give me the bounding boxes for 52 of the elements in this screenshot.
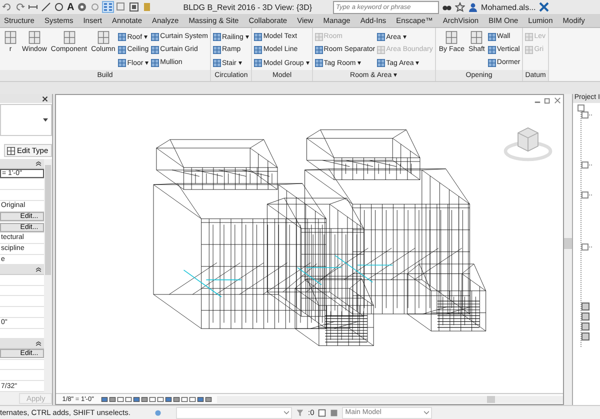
thin-lines-icon[interactable] — [103, 2, 114, 12]
grid-icon — [314, 32, 323, 40]
caret-icon — [284, 410, 289, 414]
grid-icon — [377, 32, 386, 40]
grid-icon — [525, 32, 534, 40]
grid-icon — [314, 46, 323, 54]
user-name[interactable]: Mohamed.als... — [481, 2, 536, 12]
user-icon[interactable] — [468, 2, 478, 12]
grid-icon — [488, 58, 496, 66]
collapse-icon — [36, 341, 42, 346]
undo-icon[interactable] — [2, 2, 12, 12]
grid-icon — [488, 46, 496, 54]
measure-icon[interactable] — [28, 2, 38, 12]
grid-icon — [118, 32, 126, 40]
caret-icon — [43, 118, 48, 122]
caret-icon — [424, 410, 430, 414]
grid-icon — [7, 146, 15, 154]
scrollbar[interactable] — [216, 396, 564, 402]
collapse-icon — [36, 160, 42, 166]
grid-icon — [151, 46, 160, 54]
window-icon — [469, 30, 484, 45]
grid-icon — [213, 58, 221, 66]
grid-icon — [118, 46, 126, 54]
window-icon — [26, 30, 42, 45]
grid-icon — [488, 32, 496, 40]
grid-icon — [213, 32, 221, 40]
collapse-icon — [36, 267, 42, 272]
window-icon — [444, 30, 460, 45]
text-tool-button[interactable]: A — [67, 2, 74, 12]
grid-icon — [254, 58, 262, 66]
scrollbar[interactable] — [44, 159, 52, 392]
window-title: BLDG B_Revit 2016 - 3D View: {3D} — [183, 2, 312, 12]
redo-icon[interactable] — [15, 2, 25, 12]
grid-icon — [151, 32, 160, 40]
grid-icon — [118, 58, 126, 66]
window-icon — [62, 30, 76, 45]
close-icon[interactable] — [42, 96, 48, 102]
grid-icon — [254, 46, 262, 54]
grid-icon — [377, 58, 386, 66]
window-icon — [3, 30, 18, 45]
grid-icon — [525, 46, 534, 54]
close-icon[interactable] — [554, 97, 562, 104]
grid-icon — [314, 58, 323, 66]
scrollbar[interactable] — [564, 94, 574, 405]
grid-icon — [377, 46, 386, 54]
restore-icon[interactable] — [544, 97, 552, 104]
switch-windows-icon[interactable] — [129, 2, 140, 12]
window-icon — [96, 30, 111, 45]
star-icon[interactable] — [455, 2, 466, 12]
grid-icon — [213, 46, 221, 54]
grid-icon — [254, 32, 262, 40]
grid-icon — [151, 58, 160, 66]
